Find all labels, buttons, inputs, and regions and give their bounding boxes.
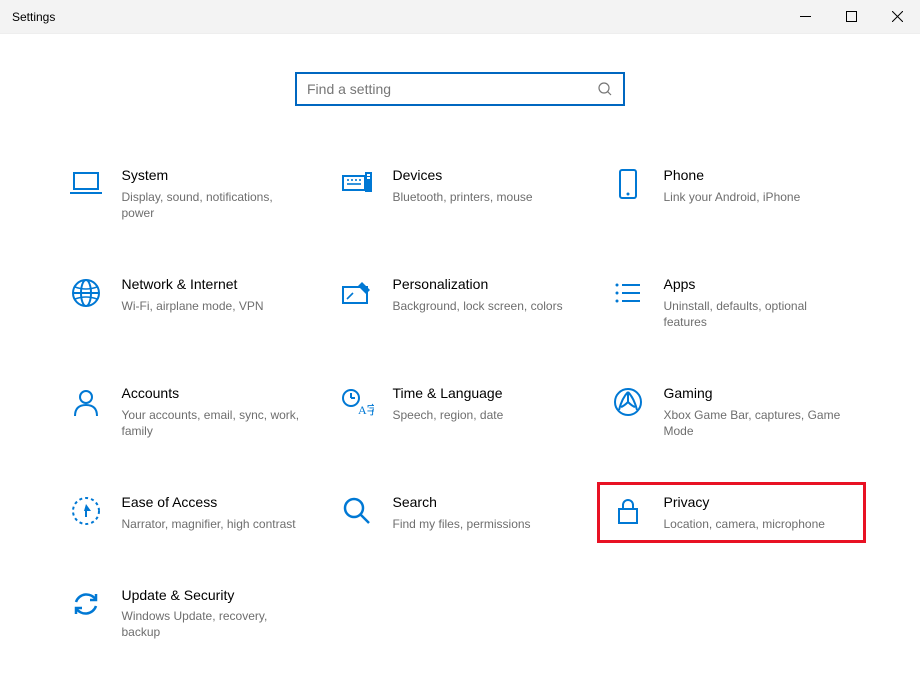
tile-title: Network & Internet (122, 275, 264, 295)
lock-icon (610, 493, 646, 529)
tile-accounts[interactable]: Accounts Your accounts, email, sync, wor… (62, 380, 317, 443)
tile-subtitle: Display, sound, notifications, power (122, 189, 302, 221)
tile-subtitle: Windows Update, recovery, backup (122, 608, 302, 640)
tile-network[interactable]: Network & Internet Wi-Fi, airplane mode,… (62, 271, 317, 334)
tile-subtitle: Bluetooth, printers, mouse (393, 189, 533, 205)
tile-subtitle: Uninstall, defaults, optional features (664, 298, 844, 330)
tile-time-language[interactable]: A字 Time & Language Speech, region, date (333, 380, 588, 443)
tile-title: Gaming (664, 384, 844, 404)
tile-subtitle: Xbox Game Bar, captures, Game Mode (664, 407, 844, 439)
gaming-icon (610, 384, 646, 420)
tile-title: Time & Language (393, 384, 504, 404)
titlebar: Settings (0, 0, 920, 34)
svg-text:A字: A字 (358, 402, 374, 417)
tile-search[interactable]: Search Find my files, permissions (333, 489, 588, 536)
paint-icon (339, 275, 375, 311)
tile-apps[interactable]: Apps Uninstall, defaults, optional featu… (604, 271, 859, 334)
keyboard-icon (339, 166, 375, 202)
tile-personalization[interactable]: Personalization Background, lock screen,… (333, 271, 588, 334)
sync-icon (68, 586, 104, 622)
tile-subtitle: Narrator, magnifier, high contrast (122, 516, 296, 532)
tile-subtitle: Speech, region, date (393, 407, 504, 423)
list-icon (610, 275, 646, 311)
tile-title: System (122, 166, 302, 186)
minimize-button[interactable] (782, 0, 828, 34)
tile-subtitle: Link your Android, iPhone (664, 189, 801, 205)
tile-devices[interactable]: Devices Bluetooth, printers, mouse (333, 162, 588, 225)
ease-of-access-icon (68, 493, 104, 529)
globe-icon (68, 275, 104, 311)
tile-title: Search (393, 493, 531, 513)
tile-title: Phone (664, 166, 801, 186)
phone-icon (610, 166, 646, 202)
settings-grid: System Display, sound, notifications, po… (0, 162, 920, 645)
tile-phone[interactable]: Phone Link your Android, iPhone (604, 162, 859, 225)
window-title: Settings (12, 10, 55, 24)
time-language-icon: A字 (339, 384, 375, 420)
maximize-button[interactable] (828, 0, 874, 34)
tile-gaming[interactable]: Gaming Xbox Game Bar, captures, Game Mod… (604, 380, 859, 443)
tile-update-security[interactable]: Update & Security Windows Update, recove… (62, 582, 317, 645)
tile-subtitle: Find my files, permissions (393, 516, 531, 532)
tile-subtitle: Background, lock screen, colors (393, 298, 563, 314)
search-icon (597, 81, 613, 97)
tile-title: Apps (664, 275, 844, 295)
tile-subtitle: Wi-Fi, airplane mode, VPN (122, 298, 264, 314)
tile-title: Personalization (393, 275, 563, 295)
tile-privacy[interactable]: Privacy Location, camera, microphone (604, 489, 859, 536)
laptop-icon (68, 166, 104, 202)
tile-title: Devices (393, 166, 533, 186)
close-button[interactable] (874, 0, 920, 34)
tile-subtitle: Your accounts, email, sync, work, family (122, 407, 302, 439)
tile-title: Update & Security (122, 586, 302, 606)
person-icon (68, 384, 104, 420)
tile-system[interactable]: System Display, sound, notifications, po… (62, 162, 317, 225)
search-input[interactable] (307, 81, 597, 97)
tile-title: Accounts (122, 384, 302, 404)
magnifier-icon (339, 493, 375, 529)
tile-title: Ease of Access (122, 493, 296, 513)
tile-title: Privacy (664, 493, 825, 513)
tile-ease-of-access[interactable]: Ease of Access Narrator, magnifier, high… (62, 489, 317, 536)
tile-subtitle: Location, camera, microphone (664, 516, 825, 532)
search-box[interactable] (295, 72, 625, 106)
